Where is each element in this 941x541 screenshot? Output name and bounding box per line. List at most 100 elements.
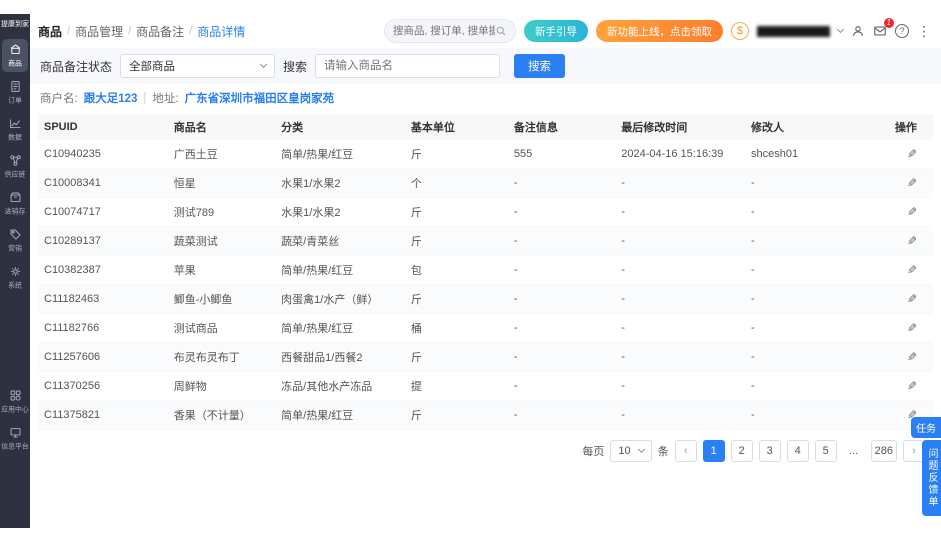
sidebar-nav: 商品订单数据供应链进销存营销系统 xyxy=(0,37,30,296)
table-row: C10289137 蔬菜测试 蔬菜/青菜丝 斤 - - - ✎ xyxy=(38,227,933,256)
supply-chain-icon xyxy=(9,155,21,166)
guide-button[interactable]: 新手引导 xyxy=(523,20,588,42)
cell-modifier: - xyxy=(751,380,755,392)
product-name-input[interactable] xyxy=(315,54,501,78)
cell-unit: 桶 xyxy=(410,323,422,335)
sidebar-bottom-item-1[interactable]: 应用中心 xyxy=(1,385,29,418)
per-page-value: 10 xyxy=(618,445,631,457)
edit-icon[interactable]: ✎ xyxy=(907,263,917,277)
message-button[interactable]: 1 xyxy=(873,18,894,38)
cell-action: ✎ xyxy=(870,234,933,248)
column-header-modified: 最后修改时间 xyxy=(621,122,688,134)
per-page-select[interactable]: 10 xyxy=(610,440,652,462)
cell-unit: 包 xyxy=(410,265,422,277)
sidebar-item-5[interactable]: 进销存 xyxy=(2,187,28,220)
edit-icon[interactable]: ✎ xyxy=(907,321,917,335)
merchant-name-blurred[interactable]: ████████████ xyxy=(757,26,830,37)
sidebar-item-label: 系统 xyxy=(8,281,22,290)
merchant-name-label: 商户名: xyxy=(40,93,78,105)
cell-spuid: C10940235 xyxy=(44,148,101,160)
sidebar-item-3[interactable]: 数据 xyxy=(2,113,28,146)
breadcrumb-item-4[interactable]: 商品详情 xyxy=(197,23,245,40)
cell-spuid: C11375821 xyxy=(44,409,101,421)
breadcrumb-item-3[interactable]: 商品备注 xyxy=(136,23,184,40)
status-filter-select[interactable]: 全部商品 xyxy=(120,54,276,78)
sidebar-item-label: 订单 xyxy=(8,96,22,105)
column-header-name: 商品名 xyxy=(173,122,207,134)
cell-spuid: C10074717 xyxy=(44,206,101,218)
help-button[interactable]: ? xyxy=(895,24,909,38)
page-button-1[interactable]: 1 xyxy=(702,440,725,462)
table-row: C10940235 广西土豆 简单/热果/红豆 斤 555 2024-04-16 15:1… xyxy=(38,140,933,169)
page-button-2[interactable]: 2 xyxy=(730,440,753,462)
cell-action: ✎ xyxy=(870,321,933,335)
cell-name: 周鲜物 xyxy=(173,381,207,393)
page-button-3[interactable]: 3 xyxy=(758,440,781,462)
feedback-floating-tab[interactable]: 问题反馈单 xyxy=(922,440,941,516)
cell-category: 肉蛋禽1/水产（鲜） xyxy=(281,294,379,306)
merchant-name-value[interactable]: 跟大足123 xyxy=(84,90,138,106)
cell-modifier: - xyxy=(751,235,755,247)
breadcrumb-item-1[interactable]: 商品 xyxy=(38,23,62,40)
per-page-label: 每页 xyxy=(582,446,605,458)
sidebar-item-1[interactable]: 商品 xyxy=(2,39,28,73)
cell-name: 香果（不计量） xyxy=(173,410,251,422)
table-header: SPUID 商品名 分类 基本单位 备注信息 最后修改时间 修改人 操作 xyxy=(38,114,933,140)
promo-button[interactable]: 新功能上线，点击领取 xyxy=(595,20,723,42)
breadcrumb-separator: / xyxy=(67,25,71,37)
cell-category: 简单/热果/红豆 xyxy=(281,265,354,277)
edit-icon[interactable]: ✎ xyxy=(907,147,917,161)
sidebar-item-7[interactable]: 系统 xyxy=(2,261,28,294)
edit-icon[interactable]: ✎ xyxy=(907,350,917,364)
cell-modifier: - xyxy=(751,322,755,334)
search-button[interactable]: 搜索 xyxy=(514,54,566,78)
cell-name: 苹果 xyxy=(173,265,196,277)
page-button-4[interactable]: 4 xyxy=(786,440,809,462)
table-row: C11182766 测试商品 简单/热果/红豆 桶 - - - ✎ xyxy=(38,314,933,343)
breadcrumb-item-2[interactable]: 商品管理 xyxy=(75,23,123,40)
table-body: C10940235 广西土豆 简单/热果/红豆斤 555 2024-04-16 15:1… xyxy=(38,140,933,430)
page-button-5[interactable]: 5 xyxy=(814,440,837,462)
cell-modifier: - xyxy=(751,293,755,305)
merchant-address-value[interactable]: 广东省深圳市福田区皇岗家苑 xyxy=(185,90,335,106)
more-button[interactable]: ⋮ xyxy=(917,23,931,40)
sidebar-item-2[interactable]: 订单 xyxy=(2,76,28,109)
search-filter-label: 搜索 xyxy=(283,59,308,74)
global-search[interactable] xyxy=(383,19,516,43)
prev-page-button[interactable]: ‹ xyxy=(674,440,697,462)
edit-icon[interactable]: ✎ xyxy=(907,176,917,190)
cell-modified: 2024-04-16 15:16:39 xyxy=(621,148,724,160)
cell-spuid: C10008341 xyxy=(44,177,101,189)
breadcrumb-separator: / xyxy=(189,25,193,37)
edit-icon[interactable]: ✎ xyxy=(907,234,917,248)
cell-modified: - xyxy=(621,206,625,218)
task-floating-tab[interactable]: 任务 xyxy=(911,417,941,438)
page-buttons: 1 2 3 4 5... 286 xyxy=(702,440,897,462)
column-header-action: 操作 xyxy=(894,122,917,134)
merchant-bar: 商户名: 跟大足123 | 地址: 广东省深圳市福田区皇岗家苑 xyxy=(30,84,941,110)
cell-remark: - xyxy=(513,409,518,421)
global-search-input[interactable] xyxy=(392,25,495,37)
cell-modified: - xyxy=(621,235,625,247)
chevron-down-icon[interactable] xyxy=(836,25,845,34)
sidebar-bottom-item-2[interactable]: 信息平台 xyxy=(1,422,29,455)
cell-category: 水果1/水果2 xyxy=(281,207,341,219)
edit-icon[interactable]: ✎ xyxy=(907,292,917,306)
cell-name: 测试商品 xyxy=(173,323,218,335)
page-button-286[interactable]: 286 xyxy=(870,440,897,462)
edit-icon[interactable]: ✎ xyxy=(907,379,917,393)
currency-icon[interactable]: $ xyxy=(730,22,749,40)
cell-action: ✎ xyxy=(870,350,933,364)
cell-remark: - xyxy=(513,351,518,363)
sidebar-item-4[interactable]: 供应链 xyxy=(2,150,28,183)
cell-name: 广西土豆 xyxy=(173,149,218,161)
sidebar-item-6[interactable]: 营销 xyxy=(2,224,28,257)
edit-icon[interactable]: ✎ xyxy=(907,205,917,219)
app-window: 提康到家 商品 订单 数据 供应链 进销存 营销 系统 应用中心 信息平台 商品 / 商品管理 / 商… xyxy=(0,14,941,528)
cell-remark: - xyxy=(513,380,518,392)
info-platform-icon xyxy=(10,427,20,438)
contacts-button[interactable] xyxy=(851,24,865,38)
message-badge: 1 xyxy=(883,18,894,28)
cell-unit: 斤 xyxy=(410,149,422,161)
column-header-remark: 备注信息 xyxy=(513,122,558,134)
